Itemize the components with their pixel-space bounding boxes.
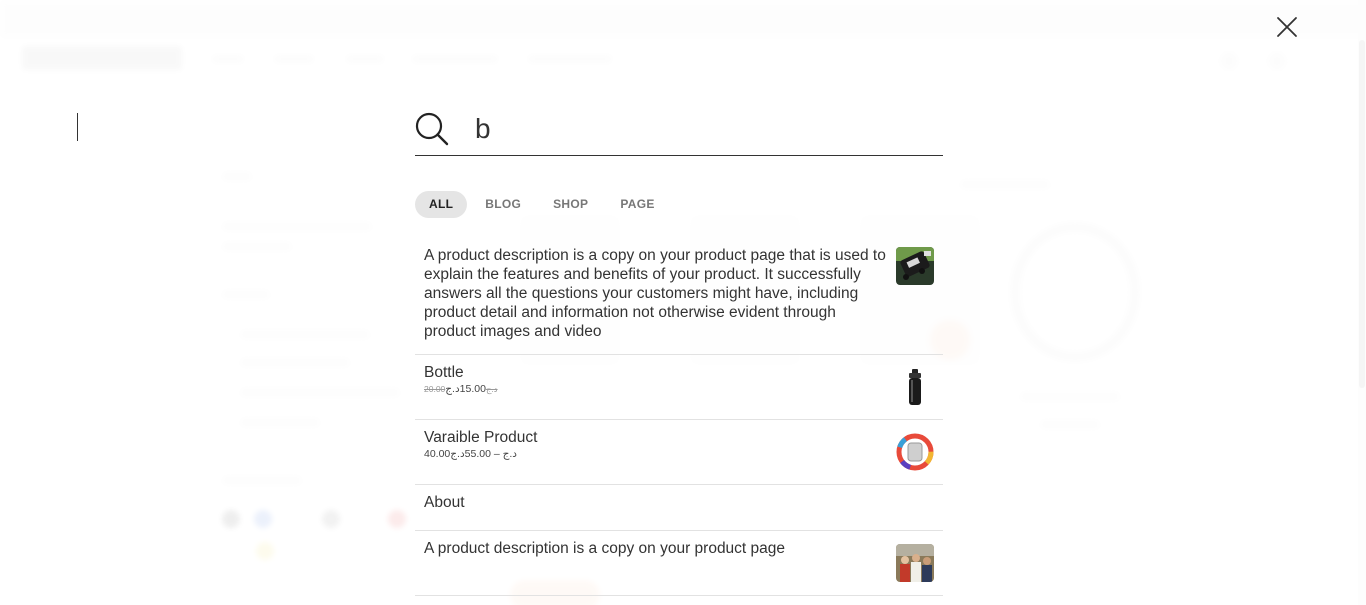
- search-overlay: ALL BLOG SHOP PAGE A product description…: [0, 0, 1366, 605]
- result-price: 20.00د.ج15.00د.ج: [424, 383, 934, 395]
- search-box: [415, 105, 943, 156]
- result-price: 40.00د.ج – 55.00د.ج: [424, 448, 517, 460]
- close-button[interactable]: [1276, 16, 1298, 38]
- search-result-item[interactable]: A product description is a copy on your …: [415, 238, 943, 355]
- people-photo-thumbnail: [896, 544, 934, 582]
- search-result-item[interactable]: A product description is a copy on your …: [415, 531, 943, 596]
- tab-page[interactable]: PAGE: [606, 191, 668, 218]
- search-result-item[interactable]: Bottle 20.00د.ج15.00د.ج: [415, 355, 943, 420]
- result-thumbnail: [896, 433, 934, 471]
- search-filter-tabs: ALL BLOG SHOP PAGE: [415, 191, 669, 218]
- watch-band-thumbnail: [896, 433, 934, 471]
- result-title: Varaible Product: [424, 429, 538, 446]
- result-thumbnail: [896, 544, 934, 582]
- close-icon: [1277, 17, 1297, 37]
- tab-all[interactable]: ALL: [415, 191, 468, 218]
- black-bottle-thumbnail: [909, 369, 921, 405]
- result-title: Bottle: [424, 364, 464, 381]
- search-results-list: A product description is a copy on your …: [415, 238, 943, 596]
- result-sale-price: 15.00د.ج: [445, 383, 486, 395]
- result-title: About: [424, 494, 465, 511]
- result-title: A product description is a copy on your …: [424, 540, 786, 557]
- tab-shop[interactable]: SHOP: [539, 191, 602, 218]
- tab-blog[interactable]: BLOG: [471, 191, 535, 218]
- search-result-item[interactable]: Varaible Product 40.00د.ج – 55.00د.ج: [415, 420, 943, 485]
- result-thumbnail: [896, 247, 934, 285]
- result-title: A product description is a copy on your …: [424, 247, 886, 340]
- result-thumbnail: [896, 368, 934, 406]
- rolling-luggage-thumbnail: [896, 247, 934, 285]
- search-result-item[interactable]: About: [415, 485, 943, 531]
- search-input[interactable]: [475, 109, 935, 149]
- page: ALL BLOG SHOP PAGE A product description…: [0, 0, 1366, 605]
- search-icon[interactable]: [415, 112, 449, 146]
- text-caret: [77, 113, 78, 141]
